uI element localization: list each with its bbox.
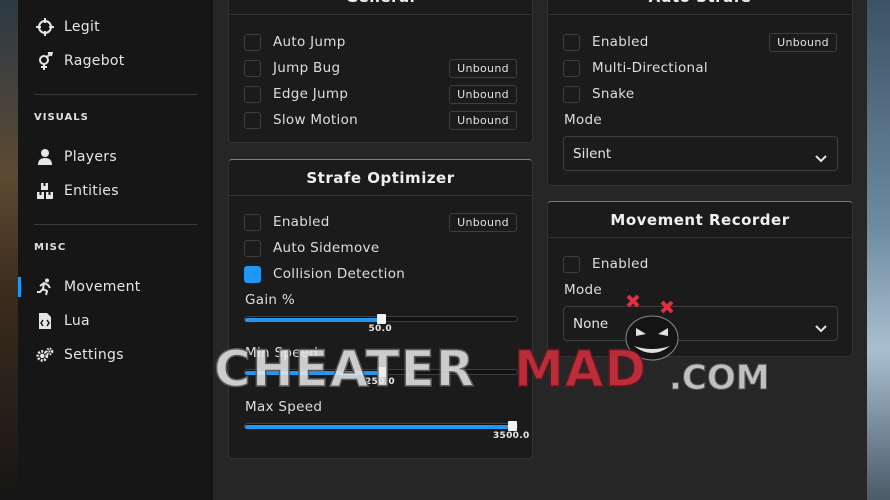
- sidebar-item-label: Entities: [64, 183, 119, 199]
- sidebar-item-ragebot[interactable]: Ragebot: [18, 46, 213, 76]
- checkbox[interactable]: [563, 86, 580, 103]
- keybind-button[interactable]: Unbound: [449, 213, 517, 232]
- panel-title: Strafe Optimizer: [229, 160, 532, 196]
- slider-fill: [245, 318, 381, 322]
- option-row: Auto Jump: [229, 29, 532, 55]
- checkbox[interactable]: [563, 34, 580, 51]
- sidebar-item-movement[interactable]: Movement: [18, 272, 213, 302]
- section-header-misc: MISC: [34, 242, 67, 253]
- active-indicator: [18, 277, 21, 297]
- max-speed-slider[interactable]: [244, 421, 518, 431]
- background-right-edge: [867, 0, 890, 500]
- option-row: Snake: [548, 81, 852, 107]
- slider-value: 3500.0: [493, 431, 530, 441]
- panel-auto-strafe: Auto Strafe Enabled Unbound Multi-Direct…: [547, 0, 853, 186]
- sidebar-item-entities[interactable]: Entities: [18, 176, 213, 206]
- option-label: Collision Detection: [273, 266, 406, 282]
- panel-general: General Auto Jump Jump Bug Unbound Edge …: [228, 0, 533, 143]
- sidebar-item-label: Ragebot: [64, 53, 125, 69]
- panel-title: Movement Recorder: [548, 202, 852, 238]
- checkbox[interactable]: [244, 86, 261, 103]
- checkbox[interactable]: [244, 112, 261, 129]
- option-label: Enabled: [592, 34, 649, 50]
- panel-title: General: [229, 0, 532, 15]
- min-speed-slider[interactable]: [244, 367, 518, 377]
- option-row: Auto Sidemove: [229, 235, 532, 261]
- chevron-down-icon: [815, 318, 827, 337]
- file-code-icon: [36, 312, 54, 330]
- option-label: Snake: [592, 86, 635, 102]
- option-label: Slow Motion: [273, 112, 358, 128]
- sidebar-item-legit[interactable]: Legit: [18, 12, 213, 42]
- option-row: Multi-Directional: [548, 55, 852, 81]
- slider-fill: [245, 425, 517, 429]
- option-row: Edge Jump Unbound: [229, 81, 532, 107]
- keybind-button[interactable]: Unbound: [449, 59, 517, 78]
- slider-handle[interactable]: [508, 421, 517, 431]
- sidebar-divider: [34, 94, 197, 95]
- main-content: General Auto Jump Jump Bug Unbound Edge …: [213, 0, 867, 500]
- checkbox-checked[interactable]: [244, 266, 261, 283]
- sidebar-item-label: Legit: [64, 19, 100, 35]
- sidebar-item-label: Movement: [64, 279, 141, 295]
- dropdown-value: None: [573, 316, 609, 332]
- sidebar-item-lua[interactable]: Lua: [18, 306, 213, 336]
- keybind-button[interactable]: Unbound: [449, 111, 517, 130]
- checkbox[interactable]: [244, 34, 261, 51]
- keybind-button[interactable]: Unbound: [449, 85, 517, 104]
- slider-handle[interactable]: [377, 314, 386, 324]
- sidebar-item-players[interactable]: Players: [18, 142, 213, 172]
- section-header-visuals: VISUALS: [34, 112, 89, 123]
- option-label: Auto Sidemove: [273, 240, 380, 256]
- option-row: Enabled Unbound: [548, 29, 852, 55]
- mode-dropdown[interactable]: None: [563, 306, 838, 341]
- checkbox[interactable]: [244, 214, 261, 231]
- sidebar-item-label: Players: [64, 149, 117, 165]
- mode-label: Mode: [564, 282, 602, 298]
- checkbox[interactable]: [244, 240, 261, 257]
- gender-icon: [36, 52, 54, 70]
- background-left-edge: [0, 0, 18, 500]
- keybind-button[interactable]: Unbound: [769, 33, 837, 52]
- boxes-icon: [36, 182, 54, 200]
- slider-handle[interactable]: [377, 367, 386, 377]
- slider-fill: [245, 371, 381, 375]
- gain-slider[interactable]: [244, 314, 518, 324]
- mode-dropdown[interactable]: Silent: [563, 136, 838, 171]
- slider-label: Max Speed: [245, 399, 323, 415]
- panel-movement-recorder: Movement Recorder Enabled Mode None: [547, 201, 853, 357]
- option-label: Multi-Directional: [592, 60, 708, 76]
- option-label: Edge Jump: [273, 86, 349, 102]
- panel-title: Auto Strafe: [548, 0, 852, 15]
- option-label: Enabled: [273, 214, 330, 230]
- option-label: Jump Bug: [273, 60, 341, 76]
- sidebar-item-settings[interactable]: Settings: [18, 340, 213, 370]
- sidebar-item-label: Lua: [64, 313, 90, 329]
- gears-icon: [36, 346, 54, 364]
- mode-label: Mode: [564, 112, 602, 128]
- person-icon: [36, 148, 54, 166]
- panel-strafe-optimizer: Strafe Optimizer Enabled Unbound Auto Si…: [228, 159, 533, 459]
- option-row: Slow Motion Unbound: [229, 107, 532, 133]
- running-icon: [36, 278, 54, 296]
- slider-label: Min Speed: [245, 345, 319, 361]
- sidebar: Legit Ragebot VISUALS Players Entities M…: [18, 0, 213, 500]
- checkbox[interactable]: [244, 60, 261, 77]
- crosshair-icon: [36, 18, 54, 36]
- sidebar-item-label: Settings: [64, 347, 124, 363]
- option-row: Enabled Unbound: [229, 209, 532, 235]
- dropdown-value: Silent: [573, 146, 612, 162]
- slider-label: Gain %: [245, 292, 295, 308]
- sidebar-divider: [34, 224, 197, 225]
- slider-value: 250.0: [365, 377, 395, 387]
- chevron-down-icon: [815, 148, 827, 167]
- slider-value: 50.0: [368, 324, 392, 334]
- checkbox[interactable]: [563, 256, 580, 273]
- option-row: Jump Bug Unbound: [229, 55, 532, 81]
- checkbox[interactable]: [563, 60, 580, 77]
- option-label: Enabled: [592, 256, 649, 272]
- option-label: Auto Jump: [273, 34, 346, 50]
- option-row: Enabled: [548, 251, 852, 277]
- option-row: Collision Detection: [229, 261, 532, 287]
